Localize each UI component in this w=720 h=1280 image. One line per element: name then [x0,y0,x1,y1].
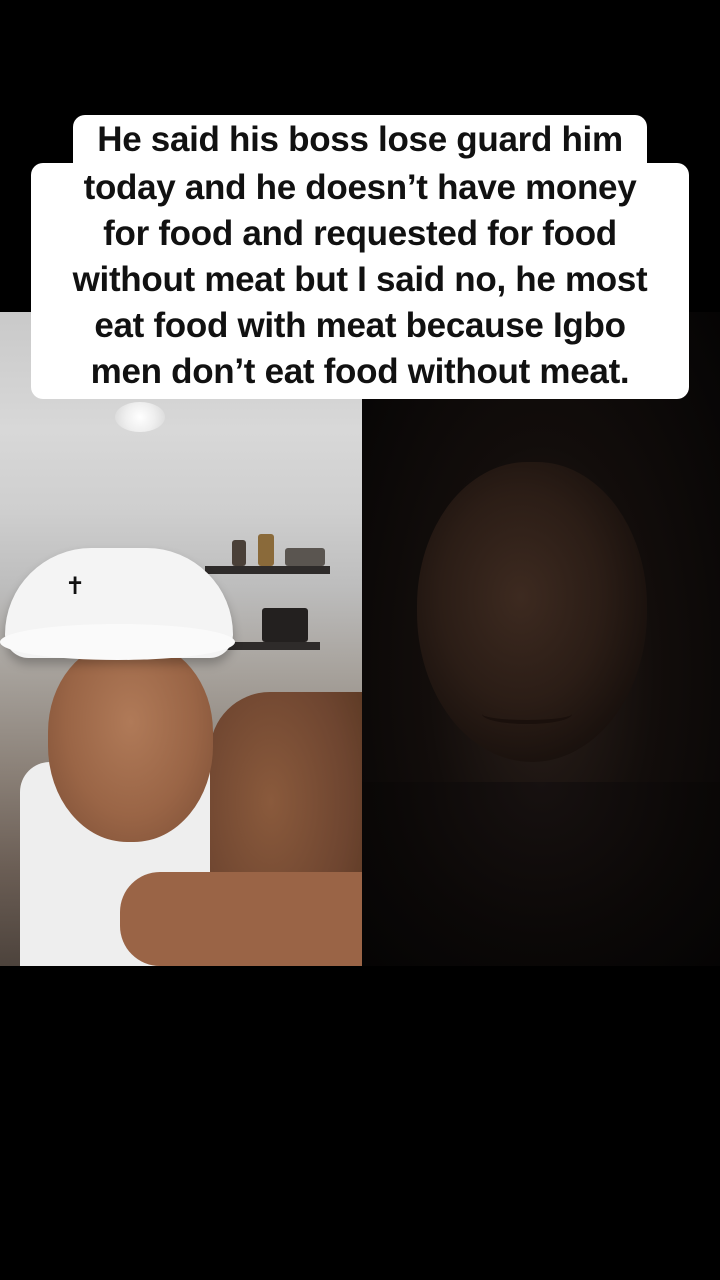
caption-box: today and he doesn’t have money for food… [31,163,689,399]
caption-overlay: He said his boss lose guard him today an… [0,115,720,399]
caption-line: today and he doesn’t have money [83,168,637,207]
person-left-face [48,642,213,842]
shelf-item [232,540,246,566]
right-video-panel [362,312,720,966]
shelf-item [285,548,325,566]
smile [482,704,572,724]
left-video-panel: ✝ [0,312,362,966]
shelf-item [258,534,274,566]
ceiling-light [115,402,165,432]
caption-line: men don’t eat food without meat. [90,352,630,391]
cross-logo-icon: ✝ [64,573,86,600]
split-video[interactable]: ✝ [0,312,720,966]
wall-shelf [205,566,330,574]
forearm [120,872,362,966]
caption-line: for food and requested for food [103,214,617,253]
video-screen[interactable]: ✝ He said his boss lose guard him today … [0,0,720,1280]
shelf-item [262,608,308,642]
caption-line: He said his boss lose guard him [73,115,647,163]
person-right-shoulders [362,782,720,966]
caption-line: eat food with meat because Igbo [94,306,626,345]
cap-brim [0,624,235,660]
caption-line: without meat but I said no, he most [72,260,648,299]
